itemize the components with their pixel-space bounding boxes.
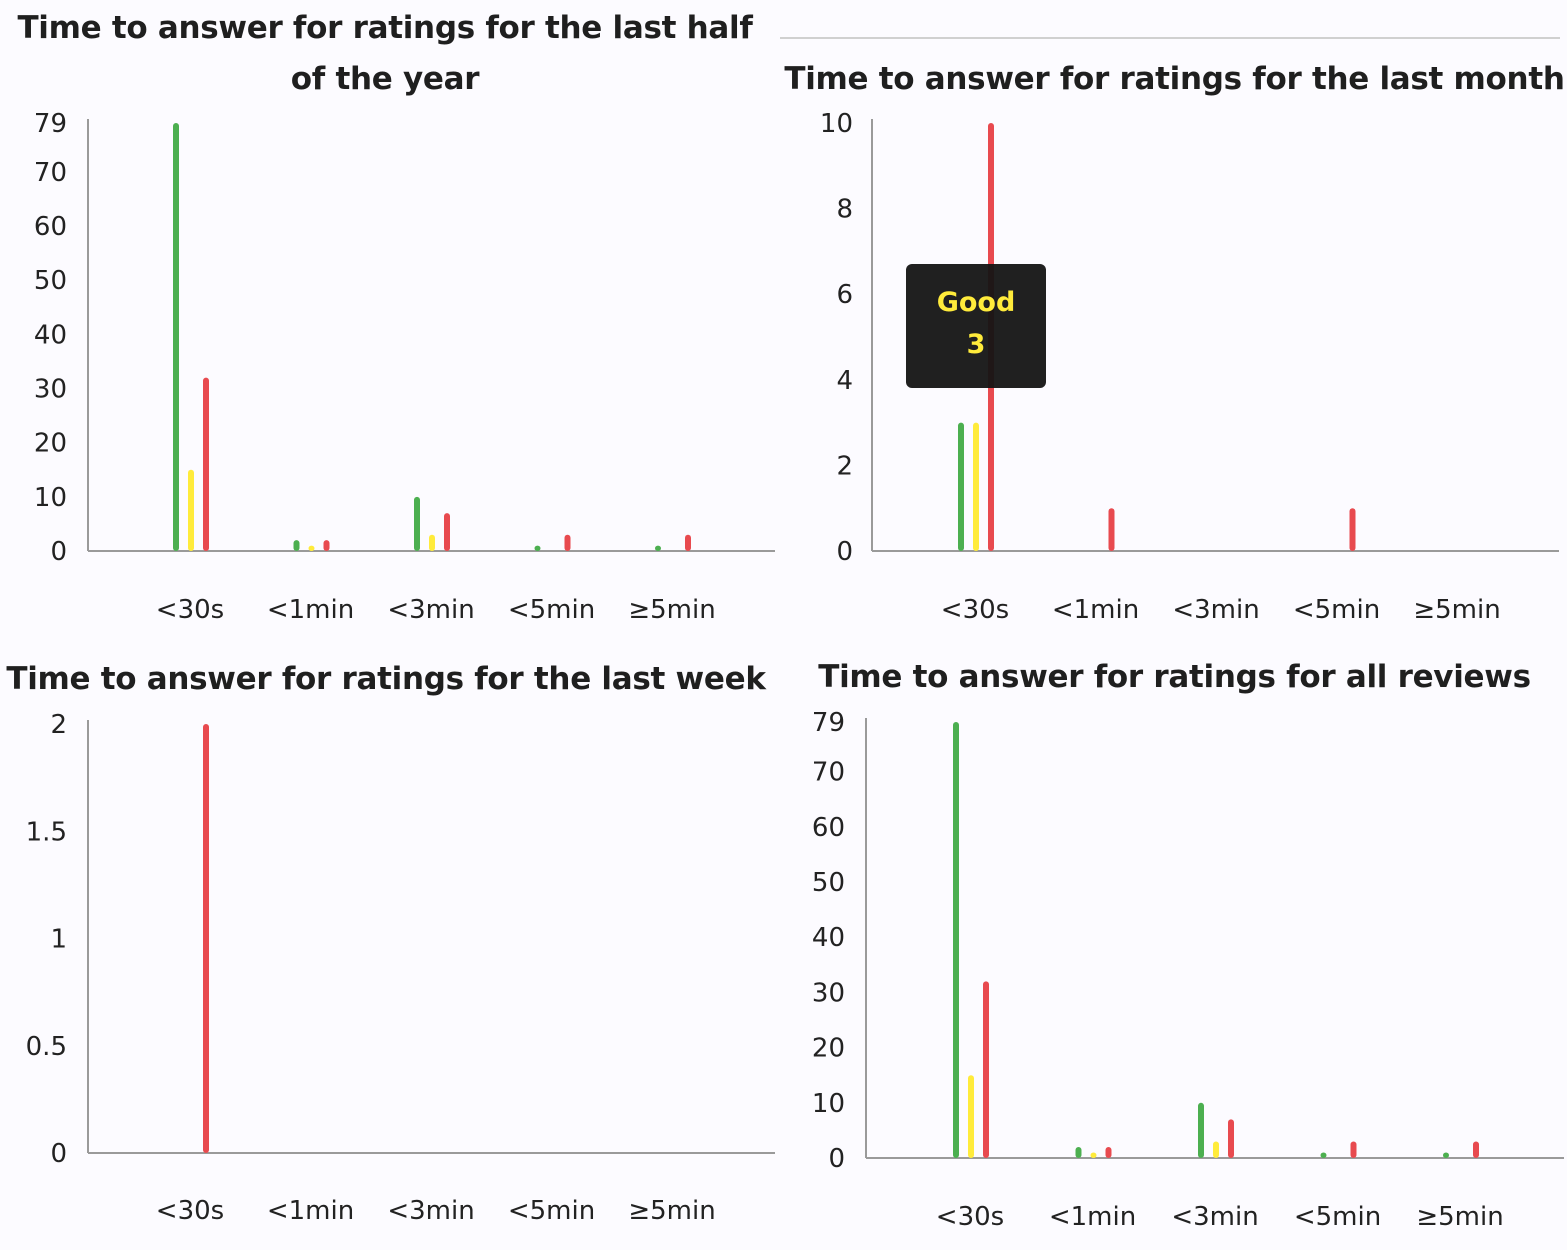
- y-tick-label: 10: [812, 1089, 845, 1119]
- bar-good[interactable]: [953, 722, 959, 1158]
- bar-bad[interactable]: [1473, 1141, 1479, 1158]
- x-tick-label: <1min: [267, 1196, 354, 1226]
- bar-good[interactable]: [1198, 1102, 1204, 1158]
- chart-panel-all-reviews: Time to answer for ratings for all revie…: [782, 640, 1567, 1250]
- bar-neutral[interactable]: [968, 1075, 974, 1158]
- y-tick-label: 2: [50, 710, 67, 740]
- bar-good[interactable]: [293, 540, 300, 551]
- x-tick-label: <1min: [1052, 595, 1139, 625]
- bar-bad[interactable]: [203, 724, 209, 1153]
- x-tick-label: <3min: [1171, 1202, 1258, 1232]
- x-tick-label: <30s: [156, 595, 224, 625]
- y-tick-label: 0: [836, 537, 853, 567]
- bar-bad[interactable]: [1349, 508, 1356, 551]
- chart-svg[interactable]: 0 10 20 30 40 50 60 70 79 <30s <1min <3min <5min ≥5mi…: [782, 640, 1567, 1250]
- y-tick-label: 2: [836, 451, 853, 481]
- y-tick-label: 40: [812, 923, 845, 953]
- x-tick-label: ≥5min: [1413, 595, 1500, 625]
- tooltip-value: 3: [966, 329, 986, 360]
- y-tick-label: 30: [34, 374, 67, 404]
- bar-good[interactable]: [958, 422, 964, 551]
- bar-bad[interactable]: [564, 534, 571, 551]
- chart-svg[interactable]: 0 2 4 6 8 10 <30s <1min <3min <5min ≥5min: [782, 0, 1567, 640]
- x-tick-label: <3min: [387, 595, 474, 625]
- y-tick-label: 30: [812, 978, 845, 1008]
- bar-good[interactable]: [1443, 1152, 1449, 1158]
- bar-neutral[interactable]: [973, 422, 979, 551]
- y-tick-label: 79: [34, 109, 67, 139]
- x-tick-label: <30s: [941, 595, 1009, 625]
- bar-good[interactable]: [1075, 1146, 1082, 1158]
- tooltip-label: Good: [936, 287, 1016, 318]
- y-tick-label: 4: [836, 366, 853, 396]
- x-tick-label: <5min: [1293, 595, 1380, 625]
- chart-panel-last-month: Time to answer for ratings for the last …: [782, 0, 1567, 640]
- y-tick-label: 70: [812, 758, 845, 788]
- y-tick-label: 60: [34, 212, 67, 242]
- y-tick-label: 8: [836, 195, 853, 225]
- x-tick-label: <30s: [156, 1196, 224, 1226]
- y-tick-label: 50: [34, 266, 67, 296]
- x-tick-label: <5min: [508, 1196, 595, 1226]
- bar-good[interactable]: [655, 545, 661, 551]
- y-tick-label: 1.5: [26, 817, 67, 847]
- chart-panel-last-week: Time to answer for ratings for the last …: [0, 640, 780, 1250]
- bar-good[interactable]: [414, 496, 420, 551]
- bar-good[interactable]: [173, 123, 179, 551]
- bar-bad[interactable]: [1350, 1141, 1357, 1158]
- y-tick-label: 0: [50, 1139, 67, 1169]
- bar-good[interactable]: [534, 545, 541, 551]
- chart-panel-half-year: Time to answer for ratings for the last …: [0, 0, 780, 640]
- bar-neutral[interactable]: [1213, 1141, 1219, 1158]
- bar-bad[interactable]: [685, 534, 691, 551]
- x-tick-label: <3min: [1172, 595, 1259, 625]
- bar-bad[interactable]: [1228, 1119, 1234, 1158]
- bar-bad[interactable]: [1108, 508, 1115, 551]
- chart-svg[interactable]: 0 10 20 30 40 50 60 70 79 <30s <1min <3min <5min ≥5mi…: [0, 0, 780, 640]
- bar-neutral[interactable]: [308, 545, 315, 551]
- y-tick-label: 60: [812, 813, 845, 843]
- bar-tooltip: Good 3: [906, 264, 1046, 388]
- y-tick-label: 0: [50, 537, 67, 567]
- y-tick-label: 6: [836, 280, 853, 310]
- x-tick-label: <3min: [387, 1196, 474, 1226]
- y-tick-label: 70: [34, 158, 67, 188]
- x-tick-label: ≥5min: [1416, 1202, 1503, 1232]
- x-tick-label: ≥5min: [628, 1196, 715, 1226]
- x-tick-label: <5min: [508, 595, 595, 625]
- bar-good[interactable]: [1320, 1152, 1327, 1158]
- x-tick-label: <30s: [936, 1202, 1004, 1232]
- y-tick-label: 10: [34, 483, 67, 513]
- bar-bad[interactable]: [444, 513, 450, 551]
- x-tick-label: <1min: [267, 595, 354, 625]
- x-tick-label: <5min: [1294, 1202, 1381, 1232]
- y-tick-label: 0: [828, 1144, 845, 1174]
- y-tick-label: 20: [812, 1034, 845, 1064]
- bar-bad[interactable]: [983, 981, 989, 1158]
- x-tick-label: <1min: [1049, 1202, 1136, 1232]
- y-tick-label: 1: [50, 925, 67, 955]
- y-tick-label: 79: [812, 708, 845, 738]
- x-tick-label: ≥5min: [628, 595, 715, 625]
- y-tick-label: 40: [34, 320, 67, 350]
- y-tick-label: 0.5: [26, 1032, 67, 1062]
- bar-bad[interactable]: [1105, 1146, 1112, 1158]
- bar-bad[interactable]: [323, 540, 330, 551]
- y-tick-label: 20: [34, 429, 67, 459]
- bar-neutral[interactable]: [188, 469, 194, 551]
- y-tick-label: 10: [820, 109, 853, 139]
- bar-bad[interactable]: [203, 377, 209, 551]
- y-tick-label: 50: [812, 868, 845, 898]
- bar-neutral[interactable]: [429, 534, 435, 551]
- bar-neutral[interactable]: [1090, 1152, 1097, 1158]
- chart-svg[interactable]: 0 0.5 1 1.5 2 <30s <1min <3min <5min ≥5min: [0, 640, 780, 1250]
